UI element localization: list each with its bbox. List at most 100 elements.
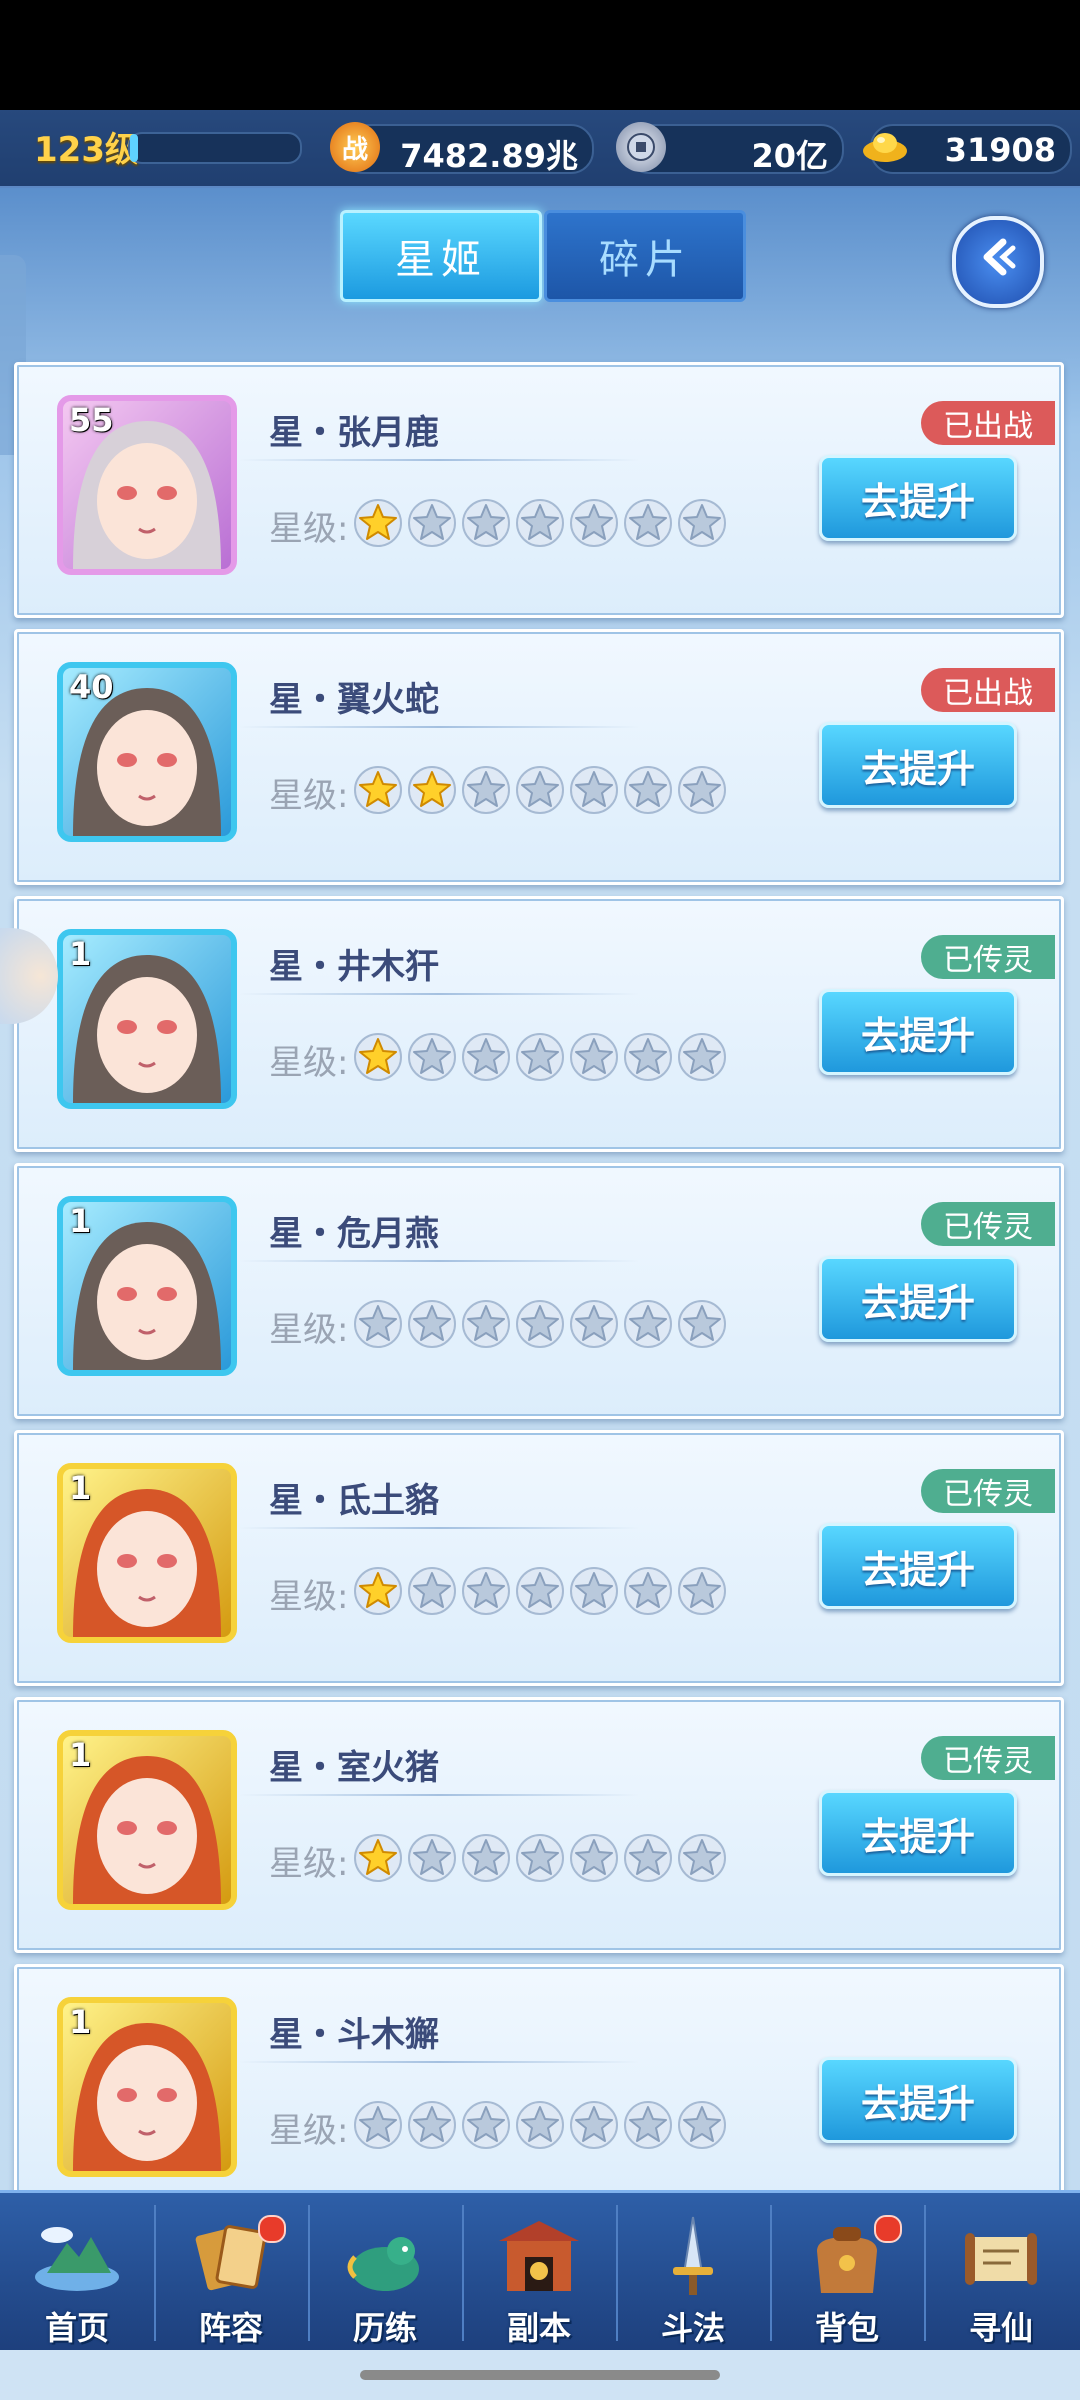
portrait[interactable]: 1 (57, 1463, 237, 1643)
star-empty-icon (408, 1567, 462, 1619)
bottom-nav: 首页 阵容 历练 副本 斗法 背包 寻仙 (0, 2190, 1080, 2353)
star-empty-icon (462, 766, 516, 818)
star-empty-icon (408, 1033, 462, 1085)
star-empty-icon (624, 1834, 678, 1886)
portrait[interactable]: 55 (57, 395, 237, 575)
star-empty-icon (516, 1033, 570, 1085)
nav-item[interactable]: 副本 (462, 2193, 616, 2353)
star-label: 星级: (269, 508, 349, 549)
upgrade-button[interactable]: 去提升 (819, 989, 1017, 1075)
star-girl-card[interactable]: 1 星・危月燕 星级: 已传灵 去提升 (14, 1163, 1064, 1419)
star-empty-icon (624, 1300, 678, 1352)
star-girl-card[interactable]: 1 星・室火猪星级: 已传灵去提升 (14, 1697, 1064, 1953)
system-home-bar (0, 2350, 1080, 2400)
divider (239, 993, 639, 995)
nav-item[interactable]: 寻仙 (924, 2193, 1078, 2353)
nav-item[interactable]: 历练 (308, 2193, 462, 2353)
star-girl-name: 星・危月燕 (269, 1214, 439, 1254)
star-filled-icon (354, 499, 408, 551)
divider (239, 459, 639, 461)
star-filled-icon (354, 1033, 408, 1085)
status-badge: 已传灵 (921, 1736, 1055, 1780)
star-filled-icon (354, 766, 408, 818)
star-girl-card[interactable]: 1 星・斗木獬星级: 去提升 (14, 1964, 1064, 2220)
star-empty-icon (570, 766, 624, 818)
star-girl-name: 星・室火猪 (269, 1748, 439, 1788)
gold-ingot-icon (860, 122, 910, 172)
home-indicator[interactable] (360, 2370, 720, 2380)
star-empty-icon (516, 766, 570, 818)
star-label: 星级: (269, 1042, 349, 1083)
divider (239, 1260, 639, 1262)
player-level: 123级 (34, 130, 139, 170)
nav-label: 历练 (352, 2309, 417, 2347)
star-empty-icon (354, 2101, 408, 2153)
nav-item[interactable]: 背包 (770, 2193, 924, 2353)
star-empty-icon (678, 499, 732, 551)
power-icon: 战 (330, 122, 380, 172)
nav-item[interactable]: 斗法 (616, 2193, 770, 2353)
star-girl-card[interactable]: 55 星・张月鹿 星级: 已出战 去提升 (14, 362, 1064, 618)
portrait[interactable]: 40 (57, 662, 237, 842)
star-label: 星级: (269, 1309, 349, 1350)
star-girl-card[interactable]: 1 星・井木犴星级: 已传灵去提升 (14, 896, 1064, 1152)
star-empty-icon (678, 1300, 732, 1352)
resource-bar: 123级 战 7482.89兆 20亿 31908 (0, 110, 1080, 188)
star-empty-icon (624, 766, 678, 818)
star-empty-icon (408, 2101, 462, 2153)
star-rating: 星级: (269, 2101, 732, 2153)
portrait-level: 40 (69, 668, 114, 706)
nav-label: 首页 (44, 2309, 109, 2347)
nav-label: 寻仙 (968, 2309, 1033, 2347)
star-empty-icon (624, 499, 678, 551)
star-girl-name: 星・井木犴 (269, 947, 439, 987)
notification-dot (258, 2215, 286, 2243)
portrait[interactable]: 1 (57, 1997, 237, 2177)
scroll-icon (951, 2207, 1051, 2307)
star-girl-card[interactable]: 40 星・翼火蛇 星级: 已出战 去提升 (14, 629, 1064, 885)
portrait[interactable]: 1 (57, 1730, 237, 1910)
status-badge: 已出战 (921, 668, 1055, 712)
sword-icon (643, 2207, 743, 2307)
upgrade-button[interactable]: 去提升 (819, 1256, 1017, 1342)
star-empty-icon (516, 1834, 570, 1886)
star-empty-icon (462, 2101, 516, 2153)
star-girl-name: 星・斗木獬 (269, 2015, 439, 2055)
portrait[interactable]: 1 (57, 1196, 237, 1376)
back-button[interactable] (952, 216, 1044, 308)
star-empty-icon (570, 1567, 624, 1619)
nav-item[interactable]: 阵容 (154, 2193, 308, 2353)
star-empty-icon (570, 499, 624, 551)
tab-star-girls[interactable]: 星姬 (340, 210, 542, 302)
star-empty-icon (570, 1033, 624, 1085)
coin-icon (616, 122, 666, 172)
star-empty-icon (462, 1567, 516, 1619)
upgrade-button[interactable]: 去提升 (819, 1523, 1017, 1609)
star-rating: 星级: (269, 1834, 732, 1886)
portrait[interactable]: 1 (57, 929, 237, 1109)
notification-dot (874, 2215, 902, 2243)
divider (239, 2061, 639, 2063)
nav-item[interactable]: 首页 (0, 2193, 154, 2353)
star-empty-icon (678, 766, 732, 818)
upgrade-button[interactable]: 去提升 (819, 722, 1017, 808)
tab-fragments[interactable]: 碎片 (544, 210, 746, 302)
star-filled-icon (354, 1567, 408, 1619)
star-empty-icon (624, 1567, 678, 1619)
upgrade-button[interactable]: 去提升 (819, 2057, 1017, 2143)
star-girl-card[interactable]: 1 星・氐土貉 星级: 已传灵 去提升 (14, 1430, 1064, 1686)
upgrade-button[interactable]: 去提升 (819, 1790, 1017, 1876)
star-filled-icon (408, 766, 462, 818)
nav-label: 阵容 (198, 2309, 263, 2347)
status-badge: 已传灵 (921, 935, 1055, 979)
portrait-level: 1 (69, 2003, 92, 2041)
power-display: 战 7482.89兆 (330, 122, 594, 175)
back-arrow-icon (975, 234, 1021, 291)
dragon-icon (335, 2207, 435, 2307)
star-empty-icon (516, 1567, 570, 1619)
star-empty-icon (354, 1300, 408, 1352)
island-icon (27, 2207, 127, 2307)
nav-label: 背包 (814, 2309, 879, 2347)
upgrade-button[interactable]: 去提升 (819, 455, 1017, 541)
star-empty-icon (516, 1300, 570, 1352)
